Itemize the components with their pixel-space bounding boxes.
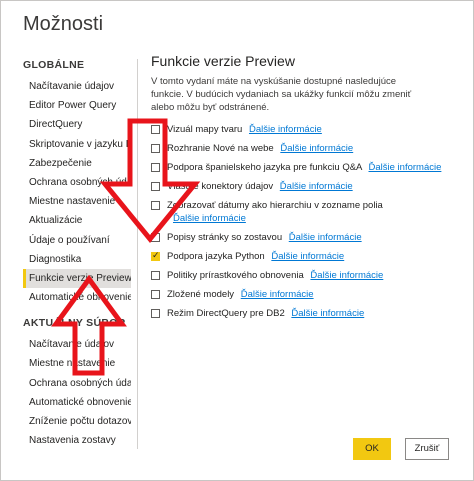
option-python-support: Podpora jazyka Python Ďalšie informácie [151, 250, 451, 263]
option-directquery-db2: Režim DirectQuery pre DB2 Ďalšie informá… [151, 307, 451, 320]
option-incremental-refresh: Politiky prírastkového obnovenia Ďalšie … [151, 269, 451, 282]
option-report-tooltips: Popisy stránky so zostavou Ďalšie inform… [151, 231, 451, 244]
option-label: Podpora španielskeho jazyka pre funkciu … [167, 162, 362, 173]
option-label: Podpora jazyka Python [167, 251, 265, 262]
checkbox-spanish-qna[interactable] [151, 163, 160, 172]
option-label: Zobrazovať dátumy ako hierarchiu v zozna… [167, 200, 383, 211]
panel-description: V tomto vydaní máte na vyskúšanie dostup… [151, 76, 412, 113]
dialog-title: Možnosti [23, 13, 104, 35]
option-label: Rozhranie Nové na webe [167, 143, 274, 154]
checkbox-date-hierarchy[interactable] [151, 201, 160, 210]
preview-features-panel: Funkcie verzie Preview V tomto vydaní má… [151, 53, 451, 326]
learn-more-link[interactable]: Ďalšie informácie [369, 162, 442, 173]
checkbox-incremental-refresh[interactable] [151, 271, 160, 280]
learn-more-link[interactable]: Ďalšie informácie [173, 213, 246, 224]
sidebar-item-security[interactable]: Zabezpečenie [23, 154, 131, 173]
option-shape-map: Vizuál mapy tvaru Ďalšie informácie [151, 123, 451, 136]
sidebar-current-file-list: Načítavanie údajov Miestne nastavenie Oc… [23, 335, 131, 450]
option-new-web-experience: Rozhranie Nové na webe Ďalšie informácie [151, 142, 451, 155]
option-label: Režim DirectQuery pre DB2 [167, 308, 285, 319]
learn-more-link[interactable]: Ďalšie informácie [310, 270, 383, 281]
sidebar-item-file-report-settings[interactable]: Nastavenia zostavy [23, 431, 131, 450]
option-label: Zložené modely [167, 289, 235, 300]
options-sidebar: GLOBÁLNE Načítavanie údajov Editor Power… [23, 59, 131, 450]
checkbox-python-support[interactable] [151, 250, 160, 263]
checkbox-report-tooltips[interactable] [151, 233, 160, 242]
learn-more-link[interactable]: Ďalšie informácie [271, 251, 344, 262]
checkbox-shape-map[interactable] [151, 125, 160, 134]
cancel-button[interactable]: Zrušiť [405, 438, 449, 460]
sidebar-divider [137, 59, 138, 449]
sidebar-item-file-privacy[interactable]: Ochrana osobných údajov [23, 374, 131, 393]
learn-more-link[interactable]: Ďalšie informácie [280, 143, 353, 154]
sidebar-item-diagnostics[interactable]: Diagnostika [23, 250, 131, 269]
option-label: Vizuál mapy tvaru [167, 124, 243, 135]
checkbox-composite-models[interactable] [151, 290, 160, 299]
learn-more-link[interactable]: Ďalšie informácie [291, 308, 364, 319]
sidebar-item-auto-recovery[interactable]: Automatické obnovenie [23, 288, 131, 307]
panel-title: Funkcie verzie Preview [151, 53, 295, 69]
sidebar-item-regional-settings[interactable]: Miestne nastavenie [23, 192, 131, 211]
learn-more-link[interactable]: Ďalšie informácie [280, 181, 353, 192]
options-dialog: Možnosti GLOBÁLNE Načítavanie údajov Edi… [0, 0, 474, 481]
learn-more-link[interactable]: Ďalšie informácie [289, 232, 362, 243]
sidebar-item-data-load[interactable]: Načítavanie údajov [23, 77, 131, 96]
sidebar-item-privacy[interactable]: Ochrana osobných údajov [23, 173, 131, 192]
sidebar-item-usage-data[interactable]: Údaje o používaní [23, 231, 131, 250]
ok-button[interactable]: OK [353, 438, 391, 460]
option-composite-models: Zložené modely Ďalšie informácie [151, 288, 451, 301]
checkbox-directquery-db2[interactable] [151, 309, 160, 318]
sidebar-item-power-query-editor[interactable]: Editor Power Query [23, 96, 131, 115]
sidebar-item-file-auto-recovery[interactable]: Automatické obnovenie [23, 393, 131, 412]
option-custom-connectors: Vlastné konektory údajov Ďalšie informác… [151, 180, 451, 193]
sidebar-heading-current-file: AKTUÁLNY SÚBOR [23, 317, 126, 330]
sidebar-heading-global: GLOBÁLNE [23, 59, 85, 71]
option-spanish-qna: Podpora španielskeho jazyka pre funkciu … [151, 161, 451, 174]
checkbox-custom-connectors[interactable] [151, 182, 160, 191]
sidebar-item-file-regional-settings[interactable]: Miestne nastavenie [23, 354, 131, 373]
sidebar-item-directquery[interactable]: DirectQuery [23, 115, 131, 134]
option-label: Politiky prírastkového obnovenia [167, 270, 304, 281]
option-label: Popisy stránky so zostavou [167, 232, 283, 243]
learn-more-link[interactable]: Ďalšie informácie [249, 124, 322, 135]
checkbox-new-web-experience[interactable] [151, 144, 160, 153]
option-date-hierarchy: Zobrazovať dátumy ako hierarchiu v zozna… [151, 199, 451, 225]
sidebar-item-file-data-load[interactable]: Načítavanie údajov [23, 335, 131, 354]
sidebar-item-preview-features[interactable]: Funkcie verzie Preview [23, 268, 131, 289]
sidebar-item-updates[interactable]: Aktualizácie [23, 211, 131, 230]
sidebar-global-list: Načítavanie údajov Editor Power Query Di… [23, 77, 131, 307]
option-label: Vlastné konektory údajov [167, 181, 274, 192]
sidebar-item-r-scripting[interactable]: Skriptovanie v jazyku R [23, 135, 131, 154]
sidebar-item-file-query-reduction[interactable]: Zníženie počtu dotazov [23, 412, 131, 431]
learn-more-link[interactable]: Ďalšie informácie [241, 289, 314, 300]
